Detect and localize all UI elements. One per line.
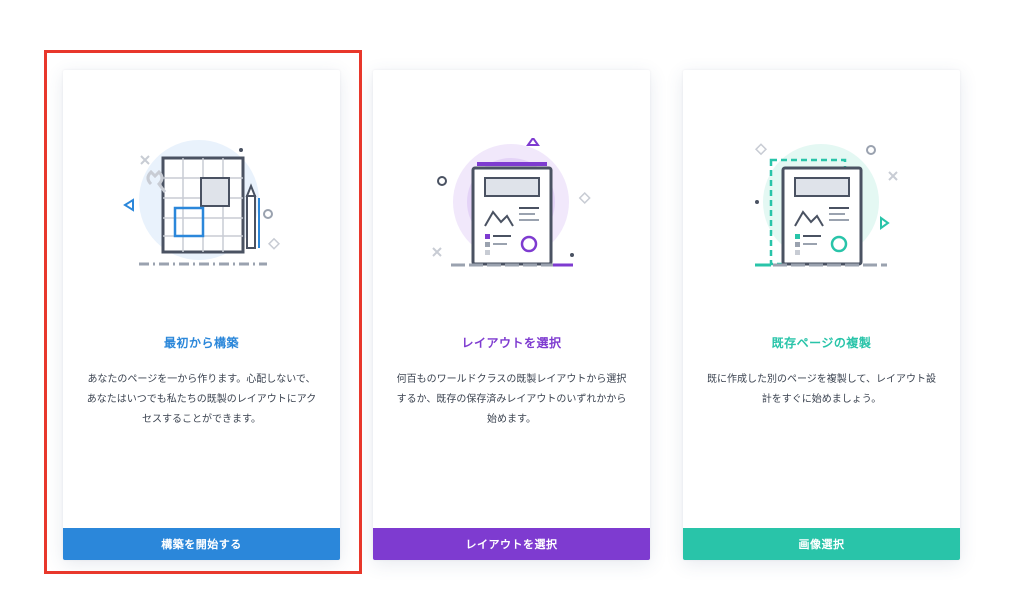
card-build-from-scratch[interactable]: 最初から構築 あなたのページを一から作ります。心配しないで、あなたはいつでも私た… [63, 70, 340, 560]
card-description: 何百ものワールドクラスの既製レイアウトから選択するか、既存の保存済みレイアウトの… [396, 374, 627, 425]
card-description: あなたのページを一から作ります。心配しないで、あなたはいつでも私たちの既製のレイ… [86, 374, 317, 425]
card-title: レイアウトを選択 [461, 336, 562, 350]
card-title: 既存ページの複製 [771, 336, 872, 350]
select-image-button[interactable]: 画像選択 [683, 528, 960, 560]
choose-layout-button[interactable]: レイアウトを選択 [373, 528, 650, 560]
card-title: 最初から構築 [163, 336, 239, 350]
duplicate-page-icon [754, 143, 898, 267]
start-building-button[interactable]: 構築を開始する [63, 528, 340, 560]
layout-page-icon [432, 138, 591, 267]
card-clone-existing-page[interactable]: 既存ページの複製 既に作成した別のページを複製して、レイアウト設計をすぐに始めま… [683, 70, 960, 560]
card-description: 既に作成した別のページを複製して、レイアウト設計をすぐに始めましょう。 [707, 374, 936, 405]
card-choose-layout[interactable]: レイアウトを選択 何百ものワールドクラスの既製レイアウトから選択するか、既存の保… [373, 70, 650, 560]
blueprint-icon [123, 140, 281, 266]
